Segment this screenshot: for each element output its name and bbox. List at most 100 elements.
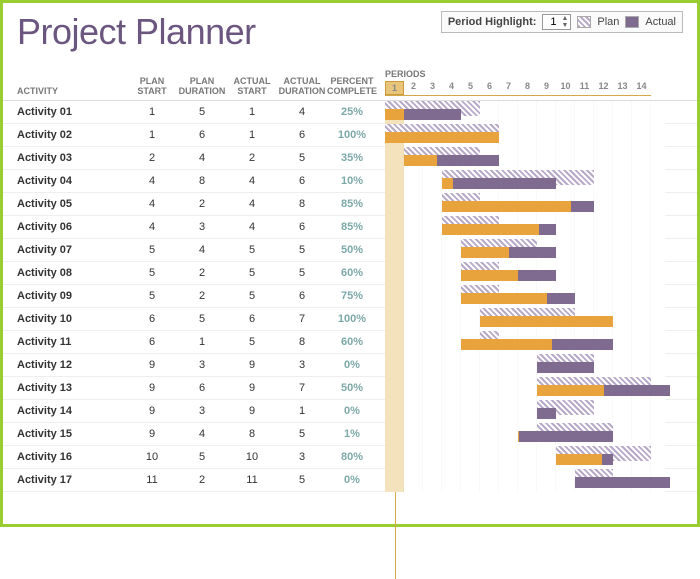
actual-duration-cell: 7 <box>277 382 327 394</box>
table-row[interactable]: Activity 11615860% <box>3 331 697 354</box>
highlight-stepper[interactable]: ▲ ▼ <box>542 14 571 30</box>
plan-start-cell: 9 <box>127 382 177 394</box>
plan-duration-cell: 6 <box>177 129 227 141</box>
actual-start-cell: 9 <box>227 382 277 394</box>
plan-start-cell: 4 <box>127 175 177 187</box>
table-row[interactable]: Activity 106567100% <box>3 308 697 331</box>
actual-start-cell: 8 <box>227 428 277 440</box>
actual-duration-cell: 1 <box>277 405 327 417</box>
actual-duration-cell: 6 <box>277 129 327 141</box>
percent-cell: 0% <box>327 359 377 371</box>
table-row[interactable]: Activity 06434685% <box>3 216 697 239</box>
table-row[interactable]: Activity 03242535% <box>3 147 697 170</box>
plan-swatch-icon <box>577 16 591 28</box>
gantt-cell <box>385 216 665 239</box>
plan-duration-cell: 2 <box>177 198 227 210</box>
actual-start-cell: 4 <box>227 221 277 233</box>
col-percent-header: PERCENT COMPLETE <box>327 76 377 96</box>
highlight-input[interactable] <box>545 16 561 28</box>
table-row[interactable]: Activity 1610510380% <box>3 446 697 469</box>
period-label: 8 <box>518 81 537 95</box>
table-row[interactable]: Activity 1493910% <box>3 400 697 423</box>
complete-bar <box>556 454 602 465</box>
plan-start-cell: 4 <box>127 221 177 233</box>
table-row[interactable]: Activity 04484610% <box>3 170 697 193</box>
complete-bar <box>537 385 604 396</box>
col-periods-header: PERIODS 1234567891011121314 <box>377 69 651 96</box>
gantt-cell <box>385 354 665 377</box>
legend-box: Period Highlight: ▲ ▼ Plan Actual <box>441 11 683 33</box>
plan-duration-cell: 3 <box>177 359 227 371</box>
period-label: 9 <box>537 81 556 95</box>
percent-cell: 100% <box>327 313 377 325</box>
activity-cell: Activity 14 <box>17 405 127 417</box>
plan-start-cell: 10 <box>127 451 177 463</box>
table-row[interactable]: Activity 05424885% <box>3 193 697 216</box>
percent-cell: 50% <box>327 244 377 256</box>
plan-start-cell: 9 <box>127 405 177 417</box>
actual-start-cell: 1 <box>227 106 277 118</box>
actual-duration-cell: 4 <box>277 106 327 118</box>
spinner-up-icon[interactable]: ▲ <box>561 15 568 22</box>
actual-duration-cell: 5 <box>277 267 327 279</box>
table-row[interactable]: Activity 021616100% <box>3 124 697 147</box>
percent-cell: 35% <box>327 152 377 164</box>
plan-duration-cell: 4 <box>177 428 227 440</box>
gantt-cell <box>385 423 665 446</box>
plan-start-cell: 2 <box>127 152 177 164</box>
actual-start-cell: 1 <box>227 129 277 141</box>
actual-bar <box>537 362 594 373</box>
plan-start-cell: 11 <box>127 474 177 486</box>
actual-start-cell: 10 <box>227 451 277 463</box>
period-label: 12 <box>594 81 613 95</box>
plan-start-cell: 5 <box>127 290 177 302</box>
table-row[interactable]: Activity 07545550% <box>3 239 697 262</box>
plan-start-cell: 1 <box>127 129 177 141</box>
complete-bar <box>442 201 571 212</box>
percent-cell: 100% <box>327 129 377 141</box>
table-row[interactable]: Activity 08525560% <box>3 262 697 285</box>
period-label: 1 <box>385 81 404 95</box>
complete-bar <box>442 224 539 235</box>
spinner[interactable]: ▲ ▼ <box>561 15 568 29</box>
actual-start-cell: 4 <box>227 198 277 210</box>
activity-cell: Activity 02 <box>17 129 127 141</box>
plan-start-cell: 6 <box>127 313 177 325</box>
actual-start-cell: 11 <box>227 474 277 486</box>
activity-cell: Activity 07 <box>17 244 127 256</box>
actual-duration-cell: 3 <box>277 451 327 463</box>
complete-bar <box>518 431 519 442</box>
col-actual-start-header: ACTUAL START <box>227 76 277 96</box>
table-row[interactable]: Activity 01151425% <box>3 101 697 124</box>
table-row[interactable]: Activity 13969750% <box>3 377 697 400</box>
period-label: 7 <box>499 81 518 95</box>
table-row[interactable]: Activity 09525675% <box>3 285 697 308</box>
actual-bar <box>518 431 613 442</box>
actual-start-cell: 6 <box>227 313 277 325</box>
spinner-down-icon[interactable]: ▼ <box>561 22 568 29</box>
actual-start-cell: 9 <box>227 359 277 371</box>
gantt-cell <box>385 193 665 216</box>
actual-duration-cell: 8 <box>277 336 327 348</box>
plan-duration-cell: 2 <box>177 290 227 302</box>
table-row[interactable]: Activity 171121150% <box>3 469 697 492</box>
plan-duration-cell: 4 <box>177 244 227 256</box>
activity-cell: Activity 15 <box>17 428 127 440</box>
plan-start-cell: 1 <box>127 106 177 118</box>
period-label: 3 <box>423 81 442 95</box>
complete-bar <box>461 339 552 350</box>
complete-bar <box>461 293 547 304</box>
plan-start-cell: 5 <box>127 267 177 279</box>
complete-bar <box>461 270 518 281</box>
plan-duration-cell: 6 <box>177 382 227 394</box>
table-row[interactable]: Activity 1293930% <box>3 354 697 377</box>
period-label: 2 <box>404 81 423 95</box>
complete-bar <box>442 178 453 189</box>
actual-duration-cell: 5 <box>277 244 327 256</box>
gantt-cell <box>385 377 665 400</box>
gantt-cell <box>385 101 665 124</box>
percent-cell: 75% <box>327 290 377 302</box>
gantt-cell <box>385 285 665 308</box>
table-row[interactable]: Activity 1594851% <box>3 423 697 446</box>
plan-duration-cell: 1 <box>177 336 227 348</box>
